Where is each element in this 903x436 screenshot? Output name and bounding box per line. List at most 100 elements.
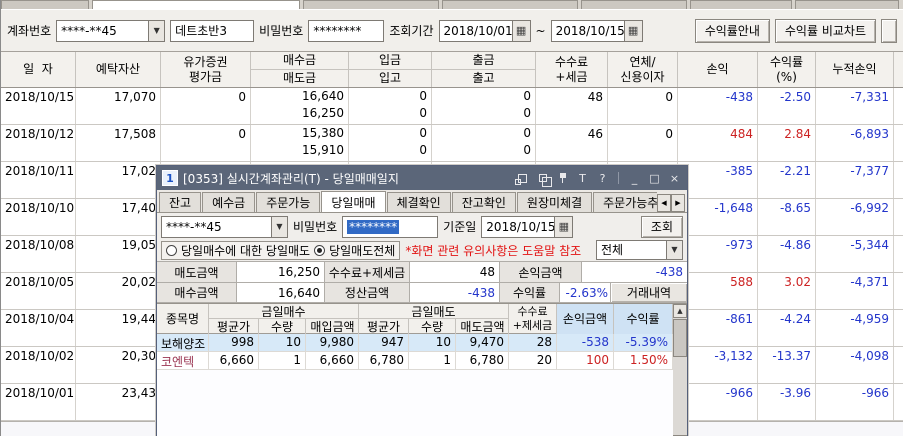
buy-avg-cell: 6,660 <box>209 352 259 369</box>
window-tab-stub[interactable] <box>1 0 89 9</box>
header-line: 신용이자 <box>620 69 665 84</box>
partial-column-cell <box>894 125 903 161</box>
minimize-icon[interactable]: _ <box>627 171 642 185</box>
radio-buy-sell-icon[interactable] <box>166 245 177 256</box>
header-fee-tax: 수수료 +세금 <box>536 52 608 87</box>
radio-sell-all-label[interactable]: 당일매도전체 <box>329 242 395 259</box>
pin-icon[interactable] <box>555 171 570 185</box>
trade-row[interactable]: 코엔텍 6,660 1 6,660 6,780 1 6,780 20 100 1.50% <box>157 352 673 370</box>
popup-tab-8[interactable]: 주문가능추정 <box>593 192 657 212</box>
partial-column-cell <box>894 236 903 272</box>
period-from-field[interactable]: 2018/10/01 <box>438 19 513 42</box>
window-tab-stub-active[interactable] <box>92 0 300 9</box>
th-today-buy: 금일매수 <box>209 304 358 319</box>
tab-scroll-right-icon[interactable]: ▶ <box>671 194 685 212</box>
popup-tab-7[interactable]: 원장미체결 <box>516 192 593 212</box>
vertical-scrollbar[interactable]: ▲ ▼ <box>673 304 687 436</box>
buy-sell-cell: 15,380 15,910 <box>251 125 349 161</box>
deposit-asset-cell: 17,02 <box>76 162 161 198</box>
buy-amount-cell: 6,660 <box>306 352 359 369</box>
period-from-group: 2018/10/01 ▦ <box>438 19 531 42</box>
popup-password-field[interactable]: ******** <box>342 215 439 238</box>
th-pl: 손익금액 <box>557 304 614 334</box>
cum-pl-cell: -7,331 <box>816 88 894 124</box>
profit-compare-chart-button[interactable]: 수익률 비교차트 <box>774 18 876 43</box>
cum-pl-cell: -7,377 <box>816 162 894 198</box>
chevron-down-icon[interactable]: ▼ <box>148 19 166 42</box>
rate-cell: 1.50% <box>614 352 673 369</box>
th-buy-qty: 수량 <box>259 319 306 334</box>
main-table-header: 일 자 예탁자산 유가증권 평가금 매수금 매도금 입금 입고 출금 출고 수수… <box>1 52 903 88</box>
popup-tab-1[interactable]: 잔고 <box>159 192 202 212</box>
base-date-field[interactable]: 2018/10/15 <box>481 215 556 238</box>
scroll-up-icon[interactable]: ▲ <box>673 304 687 318</box>
password-field[interactable]: ******** <box>308 19 385 42</box>
scope-select[interactable]: 전체 ▼ <box>596 239 683 262</box>
date-cell: 2018/10/01 <box>1 384 76 420</box>
window-tab-stub[interactable] <box>690 0 792 9</box>
cum-pl-cell: -4,098 <box>816 347 894 383</box>
calendar-icon[interactable]: ▦ <box>512 19 531 42</box>
close-icon[interactable]: × <box>667 171 682 185</box>
header-stock-out: 출고 <box>472 70 495 85</box>
text-tool-icon[interactable]: T <box>575 171 590 185</box>
buy-amount-value: 16,640 <box>237 283 325 302</box>
window-tab-stub[interactable] <box>581 0 687 9</box>
maximize-icon[interactable]: □ <box>647 171 662 185</box>
popup-title: [0353] 실시간계좌관리(T) - 당일매매일지 <box>183 171 399 186</box>
help-icon[interactable]: ? <box>595 171 610 185</box>
radio-buy-sell-label[interactable]: 당일매수에 대한 당일매도 <box>181 242 310 259</box>
popup-tab-5[interactable]: 체결확인 <box>386 192 451 212</box>
dock-icon[interactable] <box>515 171 530 185</box>
clipped-button[interactable] <box>881 18 897 43</box>
duplicate-window-icon[interactable] <box>535 171 552 187</box>
profit-guide-button[interactable]: 수익률안내 <box>694 18 770 43</box>
fee-cell: 20 <box>509 352 557 369</box>
rate-cell: -4.24 <box>758 310 816 346</box>
calendar-icon[interactable]: ▦ <box>624 19 643 42</box>
popup-tab-6[interactable]: 잔고확인 <box>451 192 516 212</box>
scrollbar-thumb[interactable] <box>673 319 687 357</box>
calendar-icon[interactable]: ▦ <box>555 215 574 238</box>
header-rate: 수익률 (%) <box>758 52 816 87</box>
popup-titlebar[interactable]: 1 [0353] 실시간계좌관리(T) - 당일매매일지 T ? _ □ × <box>157 166 687 190</box>
th-sell-qty: 수량 <box>409 319 456 334</box>
tab-scroll-left-icon[interactable]: ◀ <box>657 194 671 212</box>
scope-select-value[interactable]: 전체 <box>596 239 666 260</box>
sell-amount-value: 16,250 <box>237 262 325 282</box>
pl-cell: 484 <box>678 125 758 161</box>
radio-sell-all-icon[interactable] <box>314 245 326 256</box>
popup-tab-4[interactable]: 당일매매 <box>321 191 386 212</box>
buy-amount-cell: 9,980 <box>306 334 359 351</box>
account-combobox[interactable]: ****-**45 ▼ <box>56 19 166 42</box>
chevron-down-icon[interactable]: ▼ <box>666 239 683 260</box>
stock-out: 0 <box>523 143 531 157</box>
popup-account-combobox[interactable]: ****-**45 ▼ <box>161 215 288 238</box>
chevron-down-icon[interactable]: ▼ <box>271 215 288 238</box>
securities-eval-cell: 0 <box>161 125 251 161</box>
account-name-field[interactable]: 데트초반3 <box>170 19 255 42</box>
window-tab-stub[interactable] <box>795 0 899 9</box>
period-to-field[interactable]: 2018/10/15 <box>550 19 625 42</box>
deposit-asset-cell: 17,508 <box>76 125 161 161</box>
window-tab-stub[interactable] <box>303 0 439 9</box>
date-cell: 2018/10/11 <box>1 162 76 198</box>
pl-cell: -438 <box>678 88 758 124</box>
header-line: 연체/ <box>629 54 656 69</box>
popup-password-label: 비밀번호 <box>293 220 338 234</box>
popup-account-number[interactable]: ****-**45 <box>161 215 271 238</box>
main-table-row[interactable]: 2018/10/12 17,508 0 15,380 15,910 0 0 0 0 46 0 484 2… <box>1 125 903 162</box>
trade-history-button[interactable]: 거래내역 <box>611 283 687 302</box>
header-line: 평가금 <box>188 69 223 84</box>
popup-tab-2[interactable]: 예수금 <box>202 192 256 212</box>
query-button[interactable]: 조회 <box>640 215 683 238</box>
pl-cell: -973 <box>678 236 758 272</box>
trade-row[interactable]: 보해양조 998 10 9,980 947 10 9,470 28 -538 -5.39% <box>157 334 673 352</box>
popup-tab-3[interactable]: 주문가능 <box>256 192 321 212</box>
account-number-value[interactable]: ****-**45 <box>56 19 149 42</box>
main-table-row[interactable]: 2018/10/15 17,070 0 16,640 16,250 0 0 0 0 48 0 -438… <box>1 88 903 125</box>
window-tab-stub[interactable] <box>442 0 578 9</box>
partial-column-cell <box>894 310 903 346</box>
th-today-buy-sub: 평균가 수량 매입금액 <box>209 319 358 334</box>
deposit-asset-cell: 20,30 <box>76 347 161 383</box>
